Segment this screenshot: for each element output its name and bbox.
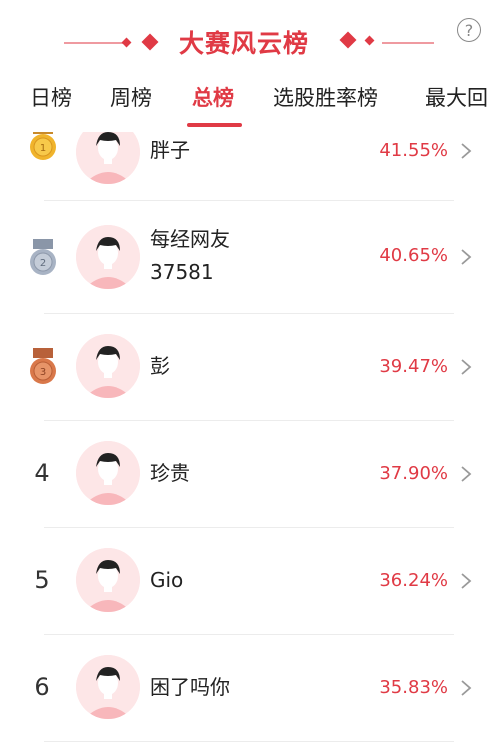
svg-text:3: 3 — [40, 367, 46, 378]
user-name: 珍贵 — [150, 461, 190, 485]
win-rate: 40.65% — [379, 245, 448, 266]
rank-number: 5 — [34, 566, 50, 594]
silver-medal-icon: 2 — [30, 239, 56, 275]
user-name: Gio — [150, 568, 184, 592]
user-name-line2: 37581 — [150, 260, 214, 284]
win-rate: 35.83% — [379, 677, 448, 698]
svg-text:1: 1 — [40, 143, 46, 154]
svg-text:2: 2 — [40, 258, 46, 269]
win-rate: 41.55% — [379, 140, 448, 161]
rank-number: 4 — [34, 459, 50, 487]
header: 大赛风云榜 ? — [0, 0, 488, 82]
avatar — [76, 655, 140, 719]
ranking-tabs: 日榜 周榜 总榜 选股胜率榜 最大回 — [0, 82, 488, 132]
tab-daily[interactable]: 日榜 — [30, 82, 72, 112]
divider — [44, 741, 454, 742]
win-rate: 37.90% — [379, 463, 448, 484]
avatar — [76, 132, 140, 184]
user-name: 每经网友 — [150, 227, 230, 251]
avatar — [76, 441, 140, 505]
chevron-right-icon — [461, 680, 472, 696]
active-tab-indicator — [187, 123, 242, 127]
user-name: 彭 — [150, 354, 170, 378]
gold-medal-icon: 1 — [30, 132, 56, 160]
list-item[interactable]: 2 每经网友 37581 40.65% — [0, 201, 488, 313]
chevron-right-icon — [461, 573, 472, 589]
list-item[interactable]: 4 珍贵 37.90% — [0, 421, 488, 527]
chevron-right-icon — [461, 249, 472, 265]
bronze-medal-icon: 3 — [30, 348, 56, 384]
list-item[interactable]: 1 胖子 41.55% — [0, 132, 488, 200]
avatar — [76, 225, 140, 289]
title-decoration-right — [382, 42, 434, 44]
win-rate: 36.24% — [379, 570, 448, 591]
chevron-right-icon — [461, 359, 472, 375]
help-icon[interactable]: ? — [457, 18, 481, 42]
chevron-right-icon — [461, 143, 472, 159]
ranking-list: 1 胖子 41.55% 2 每经网友 37581 40.65% 3 彭 39.4… — [0, 132, 488, 747]
user-name: 胖子 — [150, 138, 190, 162]
tab-overall[interactable]: 总榜 — [192, 82, 234, 112]
tab-max-drawdown[interactable]: 最大回 — [425, 82, 488, 112]
avatar — [76, 548, 140, 612]
user-name: 困了吗你 — [150, 675, 230, 699]
rank-number: 6 — [34, 673, 50, 701]
tab-win-rate[interactable]: 选股胜率榜 — [273, 82, 378, 112]
avatar — [76, 334, 140, 398]
tab-weekly[interactable]: 周榜 — [110, 82, 152, 112]
chevron-right-icon — [461, 466, 472, 482]
list-item[interactable]: 5 Gio 36.24% — [0, 528, 488, 634]
list-item[interactable]: 3 彭 39.47% — [0, 314, 488, 420]
list-item[interactable]: 6 困了吗你 35.83% — [0, 635, 488, 741]
win-rate: 39.47% — [379, 356, 448, 377]
